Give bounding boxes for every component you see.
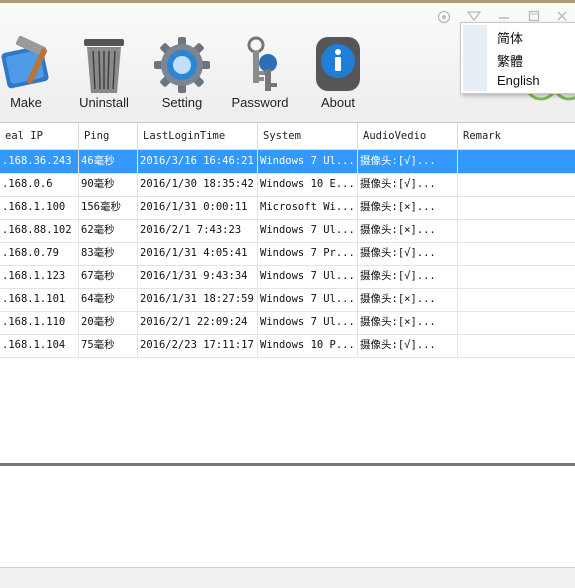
cell-audio-video: 摄像头:[√]...: [358, 334, 458, 357]
client-table: eal IP Ping LastLoginTime System AudioVe…: [0, 122, 575, 464]
table-row[interactable]: .168.88.102 62毫秒 2016/2/1 7:43:23 Window…: [0, 219, 575, 243]
cell-system: Windows 7 Ul...: [258, 150, 358, 173]
cell-system: Windows 7 Ul...: [258, 311, 358, 334]
cell-system: Windows 10 E...: [258, 173, 358, 196]
column-header-ping[interactable]: Ping: [79, 123, 138, 149]
setting-button[interactable]: Setting: [142, 35, 222, 117]
cell-last-login: 2016/2/23 17:11:17: [138, 334, 258, 357]
cell-system: Windows 7 Ul...: [258, 288, 358, 311]
cell-system: Windows 10 P...: [258, 334, 358, 357]
log-panel: [0, 466, 575, 567]
cell-ip: .168.1.101: [0, 288, 79, 311]
gear-icon: [150, 35, 214, 95]
cell-last-login: 2016/3/16 16:46:21: [138, 150, 258, 173]
cell-last-login: 2016/2/1 22:09:24: [138, 311, 258, 334]
make-button[interactable]: Make: [0, 35, 66, 117]
table-row[interactable]: .168.1.104 75毫秒 2016/2/23 17:11:17 Windo…: [0, 334, 575, 358]
trash-can-icon: [72, 35, 136, 95]
cell-remark: [458, 173, 575, 196]
column-header-audio-video[interactable]: AudioVedio: [358, 123, 458, 149]
cell-system: Microsoft Wi...: [258, 196, 358, 219]
cell-ping: 67毫秒: [79, 265, 138, 288]
cell-system: Windows 7 Ul...: [258, 219, 358, 242]
password-button[interactable]: Password: [220, 35, 300, 117]
language-menu: 简体 繁體 English: [460, 22, 575, 94]
language-item-simplified[interactable]: 简体: [497, 28, 523, 47]
column-header-remark[interactable]: Remark: [458, 123, 575, 149]
column-header-ip[interactable]: eal IP: [0, 123, 79, 149]
cell-remark: [458, 219, 575, 242]
cell-last-login: 2016/1/31 4:05:41: [138, 242, 258, 265]
column-header-last-login[interactable]: LastLoginTime: [138, 123, 258, 149]
skin-icon[interactable]: [433, 10, 455, 26]
table-header: eal IP Ping LastLoginTime System AudioVe…: [0, 123, 575, 150]
cell-audio-video: 摄像头:[√]...: [358, 173, 458, 196]
table-row[interactable]: .168.1.123 67毫秒 2016/1/31 9:43:34 Window…: [0, 265, 575, 289]
about-button[interactable]: About: [298, 35, 378, 117]
hammer-icon: [0, 35, 58, 95]
cell-ip: .168.1.123: [0, 265, 79, 288]
cell-last-login: 2016/1/31 9:43:34: [138, 265, 258, 288]
cell-ping: 62毫秒: [79, 219, 138, 242]
table-row[interactable]: .168.1.110 20毫秒 2016/2/1 22:09:24 Window…: [0, 311, 575, 335]
cell-audio-video: 摄像头:[×]...: [358, 196, 458, 219]
language-item-english[interactable]: English: [497, 73, 540, 88]
table-row[interactable]: .168.0.79 83毫秒 2016/1/31 4:05:41 Windows…: [0, 242, 575, 266]
cell-audio-video: 摄像头:[×]...: [358, 311, 458, 334]
cell-ping: 46毫秒: [79, 150, 138, 173]
cell-remark: [458, 311, 575, 334]
language-item-traditional[interactable]: 繁體: [497, 51, 523, 70]
cell-ip: .168.1.104: [0, 334, 79, 357]
cell-ip: .168.0.79: [0, 242, 79, 265]
cell-ping: 75毫秒: [79, 334, 138, 357]
cell-system: Windows 7 Pr...: [258, 242, 358, 265]
cell-last-login: 2016/2/1 7:43:23: [138, 219, 258, 242]
table-row[interactable]: .168.36.243 46毫秒 2016/3/16 16:46:21 Wind…: [0, 150, 575, 174]
table-row[interactable]: .168.1.101 64毫秒 2016/1/31 18:27:59 Windo…: [0, 288, 575, 312]
cell-remark: [458, 334, 575, 357]
info-icon: [306, 35, 370, 95]
cell-ip: .168.1.110: [0, 311, 79, 334]
cell-remark: [458, 265, 575, 288]
cell-system: Windows 7 Ul...: [258, 265, 358, 288]
cell-audio-video: 摄像头:[×]...: [358, 219, 458, 242]
cell-remark: [458, 196, 575, 219]
password-label: Password: [231, 95, 289, 110]
cell-ping: 90毫秒: [79, 173, 138, 196]
status-bar: [0, 567, 575, 588]
cell-ip: .168.1.100: [0, 196, 79, 219]
cell-last-login: 2016/1/30 18:35:42: [138, 173, 258, 196]
cell-audio-video: 摄像头:[√]...: [358, 150, 458, 173]
setting-label: Setting: [161, 95, 203, 110]
uninstall-label: Uninstall: [79, 95, 129, 110]
cell-ip: .168.0.6: [0, 173, 79, 196]
cell-ip: .168.88.102: [0, 219, 79, 242]
cell-ping: 83毫秒: [79, 242, 138, 265]
cell-ping: 156毫秒: [79, 196, 138, 219]
cell-remark: [458, 150, 575, 173]
cell-audio-video: 摄像头:[×]...: [358, 288, 458, 311]
cell-remark: [458, 288, 575, 311]
uninstall-button[interactable]: Uninstall: [64, 35, 144, 117]
cell-ip: .168.36.243: [0, 150, 79, 173]
cell-ping: 20毫秒: [79, 311, 138, 334]
table-row[interactable]: .168.1.100 156毫秒 2016/1/31 0:00:11 Micro…: [0, 196, 575, 220]
column-header-system[interactable]: System: [258, 123, 358, 149]
make-label: Make: [10, 95, 42, 110]
keys-icon: [228, 35, 292, 95]
table-row[interactable]: .168.0.6 90毫秒 2016/1/30 18:35:42 Windows…: [0, 173, 575, 197]
cell-last-login: 2016/1/31 0:00:11: [138, 196, 258, 219]
cell-ping: 64毫秒: [79, 288, 138, 311]
cell-audio-video: 摄像头:[√]...: [358, 242, 458, 265]
cell-audio-video: 摄像头:[√]...: [358, 265, 458, 288]
cell-last-login: 2016/1/31 18:27:59: [138, 288, 258, 311]
about-label: About: [321, 95, 355, 110]
cell-remark: [458, 242, 575, 265]
